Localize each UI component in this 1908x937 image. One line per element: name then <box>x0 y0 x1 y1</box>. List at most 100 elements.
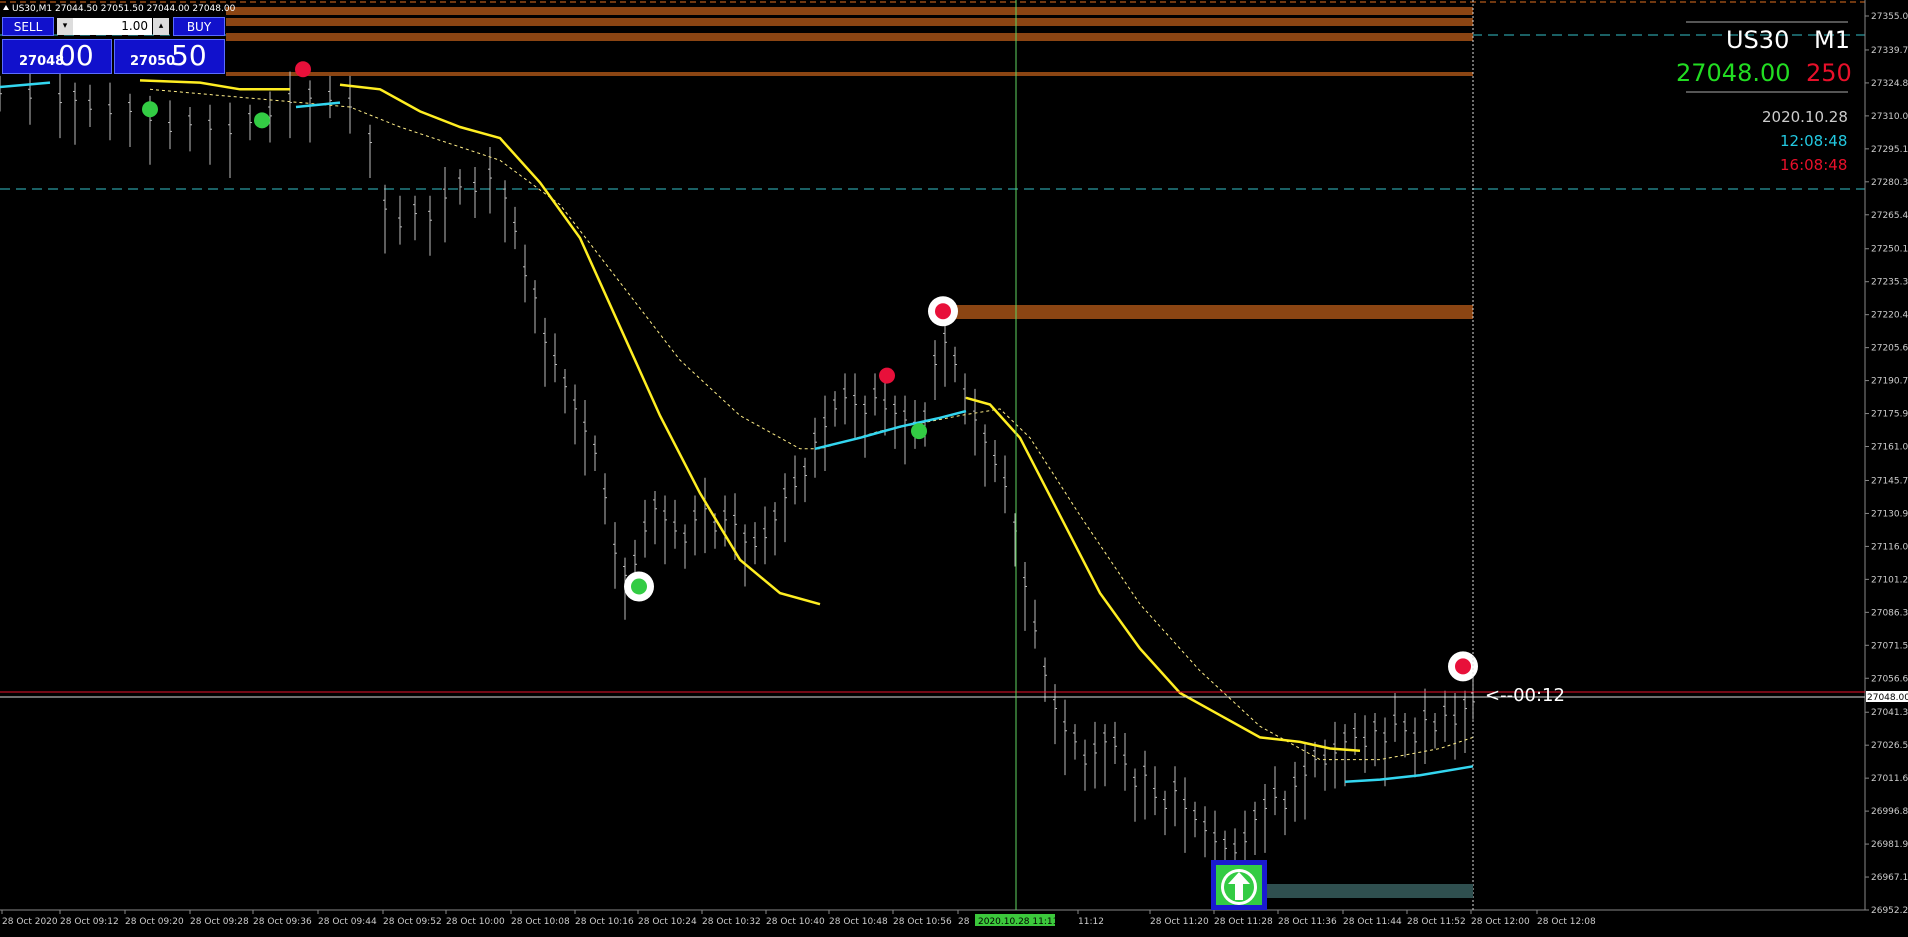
time-tick-label: 28 Oct 12:08 <box>1537 917 1596 927</box>
resistance-zone <box>226 18 1473 26</box>
resistance-zones <box>0 1 1865 319</box>
price-tick-label: 27190.75 <box>1871 377 1908 387</box>
time-tick-label: 28 Oct 10:16 <box>575 917 634 927</box>
resistance-zone <box>226 7 1473 15</box>
time-tick-label: 28 Oct 09:20 <box>125 917 184 927</box>
info-date: 2020.10.28 <box>1762 108 1848 126</box>
resistance-zone <box>945 305 1473 319</box>
sell-price-button[interactable]: 27048 00 <box>2 39 112 74</box>
price-tick-label: 26967.10 <box>1871 873 1908 883</box>
time-tick-label: 28 Oct 10:00 <box>446 917 505 927</box>
buy-price-minor: 50 <box>171 39 207 72</box>
signal-dots <box>142 61 1478 682</box>
time-tick-label: 28 Oct 10:08 <box>511 917 570 927</box>
price-tick-label: 27205.60 <box>1871 344 1908 354</box>
slow-ma-line <box>339 83 821 606</box>
lot-size-input[interactable] <box>73 18 152 35</box>
signal-ma-line <box>149 88 1474 761</box>
price-tick-label: 27250.15 <box>1871 245 1908 255</box>
buy-price-major: 27050 <box>130 54 176 69</box>
resistance-zone <box>226 72 1473 76</box>
price-tick-label: 26981.95 <box>1871 840 1908 850</box>
time-tick-label: 28 Oct 09:52 <box>383 917 442 927</box>
sell-price-minor: 00 <box>58 39 94 72</box>
slow-ma-line <box>139 79 290 91</box>
price-tick-label: 27220.45 <box>1871 311 1908 321</box>
price-tick-label: 27310.00 <box>1871 112 1908 122</box>
info-time-server: 16:08:48 <box>1780 156 1847 174</box>
time-tick-label: 28 Oct 09:36 <box>253 917 312 927</box>
price-tick-label: 27011.65 <box>1871 774 1908 784</box>
time-tick-label: 28 Oct 11:20 <box>1150 917 1209 927</box>
info-timeframe: M1 <box>1814 26 1850 54</box>
price-tick-label: 27116.05 <box>1871 542 1908 552</box>
buy-price-button[interactable]: 27050 50 <box>114 39 225 74</box>
price-tick-label: 27175.90 <box>1871 410 1908 420</box>
buy-signal-dot <box>631 578 647 595</box>
price-tick-label: 27086.35 <box>1871 608 1908 618</box>
time-tick-label: 28 Oct 10:40 <box>766 917 825 927</box>
price-tick-label: 27130.90 <box>1871 509 1908 519</box>
time-tick-label: 28 <box>958 917 970 927</box>
sell-signal-dot <box>935 303 951 320</box>
lot-decrease-button[interactable]: ▾ <box>57 18 73 35</box>
support-zone <box>1267 884 1473 898</box>
price-tick-label: 26996.80 <box>1871 807 1908 817</box>
buy-signal-dot <box>911 423 927 440</box>
price-tick-label: 27026.50 <box>1871 741 1908 751</box>
sell-signal-dot <box>1455 658 1471 675</box>
price-bars <box>0 71 1475 893</box>
sell-signal-dot <box>879 367 895 384</box>
price-tick-label: 27071.50 <box>1871 641 1908 651</box>
price-tick-label: 27101.20 <box>1871 575 1908 585</box>
price-axis: 27355.00 27339.70 27324.85 27310.00 27295.15… <box>1864 0 1908 916</box>
price-tick-label: 27145.75 <box>1871 476 1908 486</box>
fast-ma-line <box>814 409 967 451</box>
lot-increase-button[interactable]: ▴ <box>153 18 169 35</box>
price-tick-label: 27295.15 <box>1871 145 1908 155</box>
time-tick-label: 28 Oct 11:44 <box>1343 917 1402 927</box>
price-tag: 27048.00 <box>1867 693 1908 703</box>
resistance-zone <box>226 33 1473 41</box>
time-tick-label: 28 Oct 10:24 <box>638 917 697 927</box>
time-tick-label: 28 Oct 09:12 <box>60 917 119 927</box>
info-spread: 250 <box>1806 59 1852 87</box>
price-chart[interactable]: 27355.00 27339.70 27324.85 27310.00 27295.15… <box>0 0 1908 937</box>
price-tick-label: 27265.45 <box>1871 211 1908 221</box>
time-tick-label: 28 Oct 10:48 <box>829 917 888 927</box>
price-tick-label: 27324.85 <box>1871 79 1908 89</box>
time-tick-label: 28 Oct 09:44 <box>318 917 377 927</box>
fast-ma-line <box>0 81 51 89</box>
info-symbol: US30 <box>1726 26 1789 54</box>
sell-button[interactable]: SELL <box>2 17 54 36</box>
time-tick-label: 28 Oct 09:28 <box>190 917 249 927</box>
time-tick-label: 28 Oct 10:32 <box>702 917 761 927</box>
time-axis: 28 Oct 2020 28 Oct 09:12 28 Oct 09:20 28 Oc… <box>0 909 1865 927</box>
price-tick-label: 27041.35 <box>1871 708 1908 718</box>
price-tick-label: 27235.30 <box>1871 278 1908 288</box>
fast-ma-line <box>295 101 341 109</box>
price-tick-label: 26952.25 <box>1871 906 1908 916</box>
time-tick-label: 28 Oct 11:52 <box>1407 917 1466 927</box>
time-tick-label: 28 Oct 10:56 <box>893 917 952 927</box>
bar-countdown: <--00:12 <box>1485 685 1565 706</box>
buy-button[interactable]: BUY <box>173 17 225 36</box>
info-bid: 27048.00 <box>1676 59 1791 87</box>
buy-signal-dot <box>254 112 270 129</box>
time-tick-label: 28 Oct 2020 <box>2 917 58 927</box>
price-tick-label: 27056.65 <box>1871 674 1908 684</box>
moving-averages <box>0 79 1474 784</box>
symbol-header: US30,M1 27044.50 27051.50 27044.00 27048… <box>12 4 236 14</box>
price-tick-label: 27280.30 <box>1871 178 1908 188</box>
price-tick-label: 27161.05 <box>1871 443 1908 453</box>
time-tick-label: 28 Oct 12:00 <box>1471 917 1530 927</box>
time-tick-label: 28 Oct 11:28 <box>1214 917 1273 927</box>
time-tick-label: 28 Oct 11:36 <box>1278 917 1337 927</box>
one-click-trading-panel: SELL ▾ ▴ BUY 27048 00 27050 50 <box>0 17 225 74</box>
price-tick-label: 27355.00 <box>1871 12 1908 22</box>
sell-signal-dot <box>295 61 311 78</box>
crosshair-time-label: 2020.10.28 11:11 <box>978 917 1058 927</box>
time-tick-label: 11:12 <box>1078 917 1104 927</box>
buy-signal-dot <box>142 101 158 118</box>
collapse-triangle-icon[interactable] <box>3 5 9 10</box>
